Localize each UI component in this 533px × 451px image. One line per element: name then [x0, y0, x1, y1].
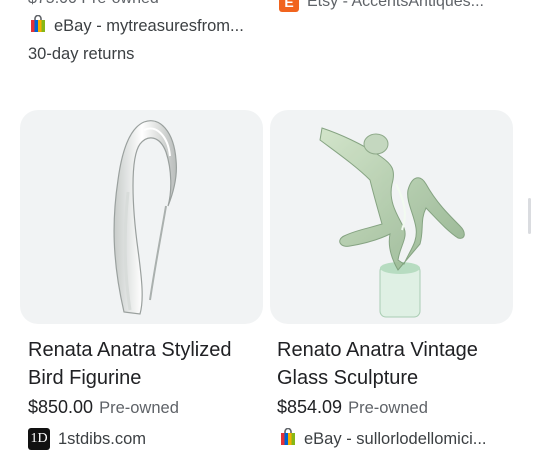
returns-text: 30-day returns: [28, 45, 135, 63]
scrollbar[interactable]: [528, 198, 531, 234]
price-row: $854.09 Pre-owned: [277, 397, 428, 418]
glass-dancer-sculpture-icon: [319, 127, 465, 318]
product-title[interactable]: Renata Anatra Stylized Bird Figurine: [28, 336, 263, 392]
seller-name: eBay - mytreasuresfrom...: [54, 17, 244, 35]
ebay-bag-icon: [280, 427, 296, 451]
price-row: $850.00 Pre-owned: [28, 397, 179, 418]
product-image-bird-figurine[interactable]: [20, 110, 263, 324]
clipped-price-text: $75.00 Pre-owned: [28, 0, 159, 8]
seller-row-top-left[interactable]: eBay - mytreasuresfrom...: [30, 14, 244, 38]
clipped-seller-row[interactable]: E Etsy - AccentsAntiques...: [279, 0, 484, 12]
condition-label: Pre-owned: [99, 399, 179, 417]
1stdibs-icon: 1D: [28, 428, 50, 450]
product-title[interactable]: Renato Anatra Vintage Glass Sculpture: [277, 336, 512, 392]
product-image-glass-sculpture[interactable]: [270, 110, 513, 324]
clipped-seller-text: Etsy - AccentsAntiques...: [307, 0, 484, 10]
seller-name: eBay - sullorlodellomici...: [304, 430, 487, 448]
price: $854.09: [277, 397, 343, 417]
condition-label: Pre-owned: [348, 399, 428, 417]
etsy-icon: E: [279, 0, 299, 12]
glass-bird-figurine-icon: [113, 120, 177, 315]
ebay-bag-icon: [30, 14, 46, 38]
seller-name: 1stdibs.com: [58, 429, 147, 448]
seller-row[interactable]: 1D 1stdibs.com: [28, 428, 146, 450]
price: $850.00: [28, 397, 94, 417]
seller-row[interactable]: eBay - sullorlodellomici...: [280, 427, 487, 451]
